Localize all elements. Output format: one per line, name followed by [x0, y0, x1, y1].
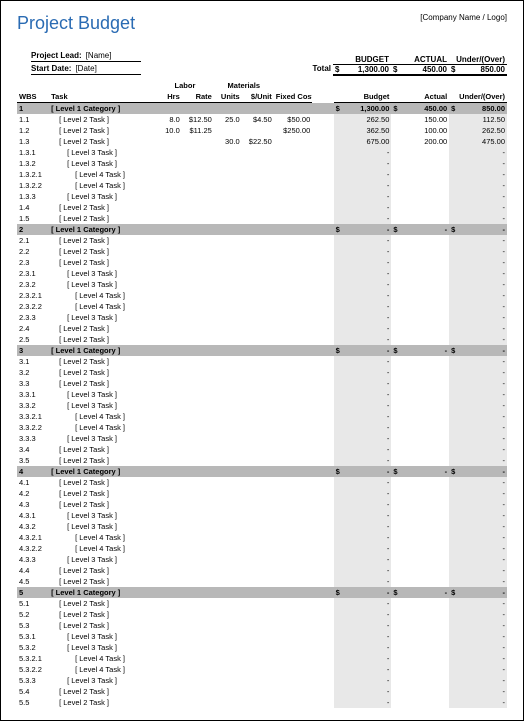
table-row: 4.3.2[ Level 3 Task ]--	[17, 521, 507, 532]
col-budget: Budget	[334, 80, 392, 103]
table-row: 4.3.2.2[ Level 4 Task ]--	[17, 543, 507, 554]
col-materials: Materials	[214, 80, 274, 91]
table-row: 2.5[ Level 2 Task ]--	[17, 334, 507, 345]
lead-value: [Name]	[86, 51, 112, 60]
table-row: 1.3.2.1[ Level 4 Task ]--	[17, 169, 507, 180]
uo-header: Under/(Over)	[449, 55, 507, 64]
table-row: 4.3[ Level 2 Task ]--	[17, 499, 507, 510]
col-perunit: $/Unit	[242, 91, 274, 103]
table-row: 3.3[ Level 2 Task ]--	[17, 378, 507, 389]
table-row: 1.3.2[ Level 3 Task ]--	[17, 158, 507, 169]
table-row: 1.3.2.2[ Level 4 Task ]--	[17, 180, 507, 191]
category-row: 1[ Level 1 Category ]1,300.00450.00850.0…	[17, 103, 507, 115]
col-units: Units	[214, 91, 242, 103]
table-row: 3.3.3[ Level 3 Task ]--	[17, 433, 507, 444]
table-row: 5.3.2[ Level 3 Task ]--	[17, 642, 507, 653]
budget-header: BUDGET	[333, 55, 391, 64]
col-wbs: WBS	[17, 80, 49, 103]
table-row: 2.3.2.1[ Level 4 Task ]--	[17, 290, 507, 301]
table-row: 5.3.2.1[ Level 4 Task ]--	[17, 653, 507, 664]
category-row: 4[ Level 1 Category ]---	[17, 466, 507, 477]
table-row: 2.3.2[ Level 3 Task ]--	[17, 279, 507, 290]
col-uo: Under/(Over)	[449, 80, 507, 103]
table-row: 3.5[ Level 2 Task ]--	[17, 455, 507, 466]
table-row: 2.4[ Level 2 Task ]--	[17, 323, 507, 334]
table-row: 1.2[ Level 2 Task ]10.0$11.25$250.00362.…	[17, 125, 507, 136]
table-row: 3.3.2.1[ Level 4 Task ]--	[17, 411, 507, 422]
category-row: 3[ Level 1 Category ]---	[17, 345, 507, 356]
total-label: Total	[275, 64, 333, 73]
col-rate: Rate	[182, 91, 214, 103]
table-row: 5.4[ Level 2 Task ]--	[17, 686, 507, 697]
table-row: 1.3.1[ Level 3 Task ]--	[17, 147, 507, 158]
budget-table: WBS Task Labor Materials Fixed Costs Bud…	[17, 80, 507, 708]
table-row: 1.4[ Level 2 Task ]--	[17, 202, 507, 213]
table-row: 2.3.2.2[ Level 4 Task ]--	[17, 301, 507, 312]
col-fixed: Fixed Costs	[274, 80, 313, 103]
actual-header: ACTUAL	[391, 55, 449, 64]
table-row: 3.2[ Level 2 Task ]--	[17, 367, 507, 378]
table-row: 1.5[ Level 2 Task ]--	[17, 213, 507, 224]
table-row: 2.3.3[ Level 3 Task ]--	[17, 312, 507, 323]
actual-total: 450.00	[391, 64, 449, 76]
table-row: 2.1[ Level 2 Task ]--	[17, 235, 507, 246]
table-row: 5.5[ Level 2 Task ]--	[17, 697, 507, 708]
table-row: 3.4[ Level 2 Task ]--	[17, 444, 507, 455]
table-row: 3.3.2[ Level 3 Task ]--	[17, 400, 507, 411]
table-row: 2.3[ Level 2 Task ]--	[17, 257, 507, 268]
table-row: 5.1[ Level 2 Task ]--	[17, 598, 507, 609]
start-label: Start Date:	[31, 64, 71, 73]
col-labor: Labor	[156, 80, 214, 91]
totals-block: Total BUDGET 1,300.00 ACTUAL 450.00 Unde…	[275, 55, 507, 76]
table-row: 4.5[ Level 2 Task ]--	[17, 576, 507, 587]
table-row: 5.3.1[ Level 3 Task ]--	[17, 631, 507, 642]
table-row: 4.3.2.1[ Level 4 Task ]--	[17, 532, 507, 543]
category-row: 2[ Level 1 Category ]---	[17, 224, 507, 235]
col-hrs: Hrs	[156, 91, 182, 103]
company-logo: [Company Name / Logo]	[420, 13, 507, 22]
table-row: 1.1[ Level 2 Task ]8.0$12.5025.0$4.50$50…	[17, 114, 507, 125]
table-row: 4.3.3[ Level 3 Task ]--	[17, 554, 507, 565]
table-row: 4.2[ Level 2 Task ]--	[17, 488, 507, 499]
table-row: 5.3[ Level 2 Task ]--	[17, 620, 507, 631]
table-row: 3.3.1[ Level 3 Task ]--	[17, 389, 507, 400]
table-row: 5.2[ Level 2 Task ]--	[17, 609, 507, 620]
category-row: 5[ Level 1 Category ]---	[17, 587, 507, 598]
start-value: [Date]	[75, 64, 96, 73]
table-row: 3.1[ Level 2 Task ]--	[17, 356, 507, 367]
table-row: 1.3[ Level 2 Task ]30.0$22.50675.00200.0…	[17, 136, 507, 147]
table-row: 4.1[ Level 2 Task ]--	[17, 477, 507, 488]
page-title: Project Budget	[17, 13, 135, 34]
meta-block: Project Lead: [Name] Start Date: [Date]	[31, 50, 141, 76]
uo-total: 850.00	[449, 64, 507, 76]
lead-label: Project Lead:	[31, 51, 82, 60]
col-task: Task	[49, 80, 156, 103]
table-row: 2.3.1[ Level 3 Task ]--	[17, 268, 507, 279]
table-row: 5.3.2.2[ Level 4 Task ]--	[17, 664, 507, 675]
table-row: 5.3.3[ Level 3 Task ]--	[17, 675, 507, 686]
budget-total: 1,300.00	[333, 64, 391, 76]
table-row: 1.3.3[ Level 3 Task ]--	[17, 191, 507, 202]
table-row: 4.3.1[ Level 3 Task ]--	[17, 510, 507, 521]
table-row: 4.4[ Level 2 Task ]--	[17, 565, 507, 576]
table-row: 2.2[ Level 2 Task ]--	[17, 246, 507, 257]
table-row: 3.3.2.2[ Level 4 Task ]--	[17, 422, 507, 433]
col-actual: Actual	[391, 80, 449, 103]
